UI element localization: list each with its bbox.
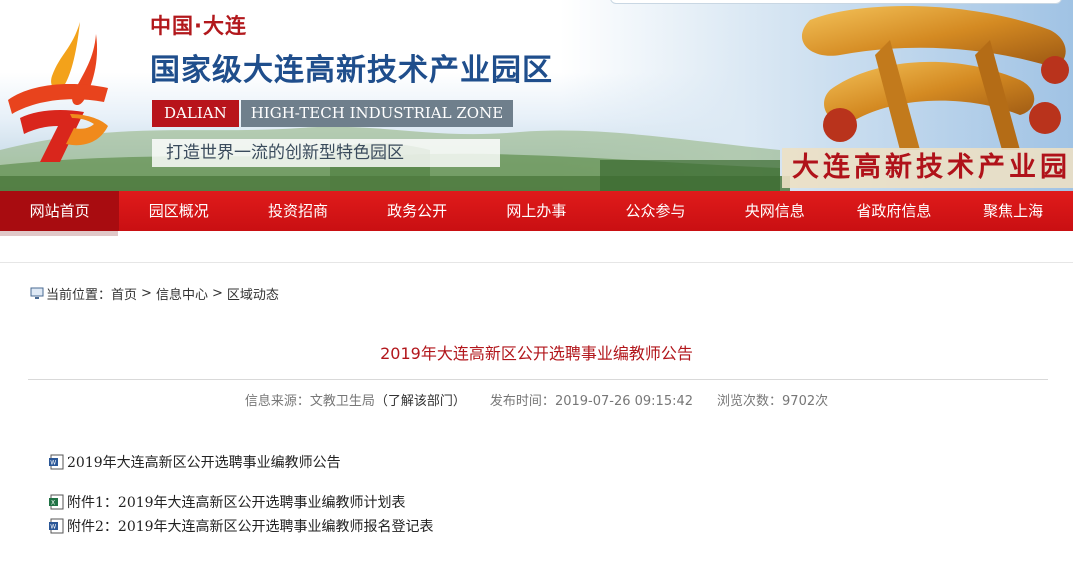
nav-item-investment[interactable]: 投资招商 xyxy=(238,191,357,231)
calligraphy-sign: 大连高新技术产业园 xyxy=(782,148,1073,188)
attachment-link[interactable]: 附件2：2019年大连高新区公开选聘事业编教师报名登记表 xyxy=(67,516,434,536)
word-doc-icon: W xyxy=(49,518,64,534)
breadcrumb-separator: > xyxy=(211,286,223,301)
breadcrumb-home[interactable]: 首页 xyxy=(111,284,137,303)
source-label: 信息来源： xyxy=(244,394,310,409)
nav-item-focus-shanghai[interactable]: 聚焦上海 xyxy=(954,191,1073,231)
nav-item-public-participation[interactable]: 公众参与 xyxy=(596,191,715,231)
zone-english-label: HIGH-TECH INDUSTRIAL ZONE xyxy=(240,100,514,127)
word-doc-icon: W xyxy=(49,454,64,470)
about-department-link[interactable]: （了解该部门） xyxy=(375,394,466,409)
breadcrumb-info-center[interactable]: 信息中心 xyxy=(156,284,208,303)
svg-text:X: X xyxy=(51,500,55,507)
publish-time-value: 2019-07-26 09:15:42 xyxy=(554,394,694,409)
site-banner: 中国·大连 国家级大连高新技术产业园区 DALIAN HIGH-TECH IND… xyxy=(0,0,1073,191)
main-nav: 网站首页 园区概况 投资招商 政务公开 网上办事 公众参与 央网信息 省政府信息… xyxy=(0,191,1073,231)
breadcrumb-separator: > xyxy=(141,286,152,301)
article-meta: 信息来源：文教卫生局（了解该部门） 发布时间：2019-07-26 09:15:4… xyxy=(0,390,1073,409)
svg-text:W: W xyxy=(50,460,56,467)
section-divider xyxy=(0,262,1073,263)
excel-doc-icon: X xyxy=(49,494,64,510)
article-title: 2019年大连高新区公开选聘事业编教师公告 xyxy=(380,344,693,363)
nav-item-central-info[interactable]: 央网信息 xyxy=(715,191,834,231)
nav-item-home[interactable]: 网站首页 xyxy=(0,191,120,231)
nav-item-government-affairs[interactable]: 政务公开 xyxy=(358,191,477,231)
nav-active-shadow xyxy=(0,231,118,236)
slogan-small: 中国·大连 xyxy=(150,14,247,38)
attachment-item[interactable]: X 附件1：2019年大连高新区公开选聘事业编教师计划表 xyxy=(48,492,406,512)
nav-item-park-overview[interactable]: 园区概况 xyxy=(119,191,238,231)
tagline: 打造世界一流的创新型特色园区 xyxy=(152,139,500,167)
svg-text:W: W xyxy=(50,524,56,531)
source-value: 文教卫生局 xyxy=(309,394,375,409)
monitor-icon xyxy=(30,287,44,299)
nav-item-online-services[interactable]: 网上办事 xyxy=(477,191,596,231)
title-divider xyxy=(28,379,1048,380)
attachment-link[interactable]: 附件1：2019年大连高新区公开选聘事业编教师计划表 xyxy=(67,492,406,512)
site-title: 国家级大连高新技术产业园区 xyxy=(150,53,553,88)
breadcrumb-prefix: 当前位置： xyxy=(46,288,112,303)
breadcrumb-regional-news[interactable]: 区域动态 xyxy=(227,284,279,303)
view-count-value: 9702次 xyxy=(782,394,829,409)
attachment-item[interactable]: W 2019年大连高新区公开选聘事业编教师公告 xyxy=(48,452,341,472)
hightech-zone-logo xyxy=(8,22,108,162)
zone-dalian-label: DALIAN xyxy=(152,100,239,127)
publish-time-label: 发布时间： xyxy=(489,394,555,409)
attachment-item[interactable]: W 附件2：2019年大连高新区公开选聘事业编教师报名登记表 xyxy=(48,516,434,536)
view-count-label: 浏览次数： xyxy=(717,394,783,409)
attachment-link[interactable]: 2019年大连高新区公开选聘事业编教师公告 xyxy=(67,452,341,472)
nav-item-provincial-info[interactable]: 省政府信息 xyxy=(834,191,953,231)
zone-name-bar: DALIAN HIGH-TECH INDUSTRIAL ZONE xyxy=(152,100,514,127)
breadcrumb: 当前位置： 首页 > 信息中心 > 区域动态 xyxy=(30,284,279,303)
